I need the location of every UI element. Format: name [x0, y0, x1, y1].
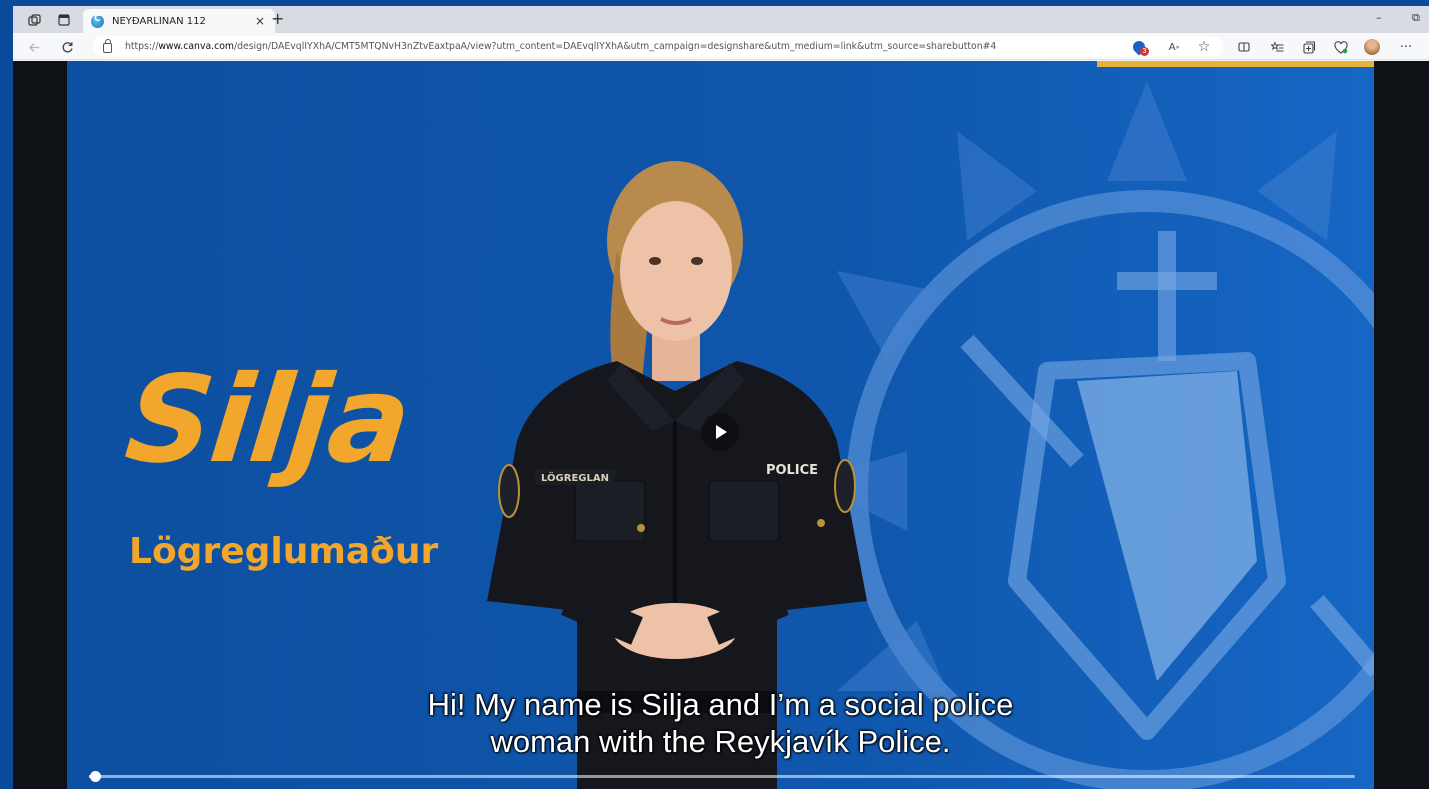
caption-line-2: woman with the Reykjavík Police. [490, 724, 951, 759]
refresh-button[interactable] [58, 38, 76, 56]
role-title: Lögreglumaður [129, 531, 439, 572]
read-aloud-icon[interactable]: A» [1165, 38, 1183, 56]
tab-actions-icon[interactable] [56, 12, 72, 28]
video-progress-bar[interactable] [89, 771, 1355, 782]
favorites-icon[interactable] [1268, 38, 1286, 56]
split-screen-icon[interactable] [1235, 38, 1253, 56]
tab-active[interactable]: NEYÐARLÍNAN 112 × [83, 9, 275, 33]
name-wordmark: Silja [119, 351, 416, 490]
video-progress-knob[interactable] [90, 771, 102, 782]
tab-close-button[interactable]: × [253, 14, 267, 28]
video-slide[interactable]: Silja Lögreglumaður LÖGREGLAN POLICE Hi!… [67, 61, 1374, 789]
address-bar[interactable]: https://www.canva.com/design/DAEvqlIYXhA… [93, 36, 1223, 57]
uniform-right-patch: POLICE [766, 463, 818, 478]
profile-icon[interactable] [1363, 38, 1381, 56]
refresh-icon [62, 41, 73, 52]
browser-window: NEYÐARLÍNAN 112 × + – ⧉ https://www.canv… [13, 6, 1429, 789]
caption-line-1: Hi! My name is Silja and I’m a social po… [427, 687, 1014, 722]
restore-button[interactable]: ⧉ [1412, 11, 1420, 25]
canva-viewer: Silja Lögreglumaður LÖGREGLAN POLICE Hi!… [13, 61, 1429, 789]
favorite-star-icon[interactable]: ☆ [1195, 38, 1213, 56]
canva-favicon-icon [91, 14, 104, 28]
minimize-button[interactable]: – [1376, 11, 1382, 24]
workspaces-icon[interactable] [26, 12, 42, 28]
lock-icon[interactable] [103, 38, 112, 53]
more-icon[interactable]: ··· [1397, 38, 1415, 56]
back-button[interactable] [25, 38, 43, 56]
tab-title: NEYÐARLÍNAN 112 [112, 15, 206, 27]
uniform-left-patch: LÖGREGLAN [541, 470, 609, 484]
desktop-edge [0, 0, 13, 789]
url-text[interactable]: https://www.canva.com/design/DAEvqlIYXhA… [125, 41, 996, 52]
video-captions: Hi! My name is Silja and I’m a social po… [67, 686, 1374, 760]
tracking-prevention-icon[interactable]: 3 [1130, 38, 1149, 56]
tab-strip: NEYÐARLÍNAN 112 × + – ⧉ [13, 6, 1429, 33]
play-button[interactable] [701, 413, 739, 451]
address-toolbar: https://www.canva.com/design/DAEvqlIYXhA… [13, 33, 1429, 60]
new-tab-button[interactable]: + [271, 9, 287, 28]
collections-icon[interactable] [1300, 38, 1318, 56]
browser-essentials-icon[interactable] [1332, 38, 1350, 56]
back-icon [28, 42, 39, 52]
